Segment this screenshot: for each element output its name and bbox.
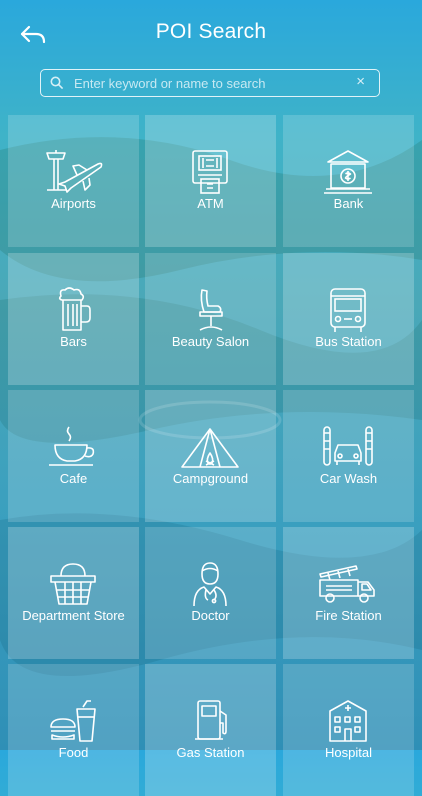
category-label: Bars (60, 334, 87, 349)
category-label: Food (58, 745, 89, 760)
salon-chair-icon (180, 286, 240, 334)
category-tile-bus-station[interactable]: Bus Station (283, 253, 414, 385)
category-tile-gas-station[interactable]: Gas Station (145, 664, 276, 796)
coffee-cup-icon (43, 423, 103, 471)
category-tile-fire-station[interactable]: Fire Station (283, 527, 414, 659)
search-icon (50, 76, 64, 90)
clear-icon[interactable]: × (356, 73, 365, 90)
bank-icon (318, 148, 378, 196)
category-label: Beauty Salon (171, 334, 250, 349)
category-tile-department-store[interactable]: Department Store (8, 527, 139, 659)
category-tile-doctor[interactable]: Doctor (145, 527, 276, 659)
fire-truck-icon (318, 560, 378, 608)
category-tile-car-wash[interactable]: Car Wash (283, 390, 414, 522)
category-tile-bars[interactable]: Bars (8, 253, 139, 385)
category-label: Fire Station (315, 608, 382, 623)
search-bar: × (40, 69, 380, 97)
category-tile-beauty-salon[interactable]: Beauty Salon (145, 253, 276, 385)
shopping-basket-icon (43, 560, 103, 608)
category-tile-hospital[interactable]: Hospital (283, 664, 414, 796)
category-tile-bank[interactable]: Bank (283, 115, 414, 247)
category-label: Bus Station (315, 334, 382, 349)
category-label: Doctor (191, 608, 230, 623)
car-wash-icon (318, 423, 378, 471)
category-label: Car Wash (319, 471, 378, 486)
gas-pump-icon (180, 697, 240, 745)
search-input[interactable] (74, 73, 344, 93)
category-tile-cafe[interactable]: Cafe (8, 390, 139, 522)
category-label: Campground (172, 471, 249, 486)
category-label: Department Store (22, 608, 125, 623)
atm-icon (180, 148, 240, 196)
category-tile-airports[interactable]: Airports (8, 115, 139, 247)
fast-food-icon (43, 697, 103, 745)
tent-icon (180, 423, 240, 471)
doctor-icon (180, 560, 240, 608)
page-title: POI Search (155, 20, 267, 43)
category-label: Hospital (325, 745, 372, 760)
hospital-icon (318, 697, 378, 745)
header: POI Search (0, 0, 422, 68)
category-label: Gas Station (176, 745, 245, 760)
category-tile-campground[interactable]: Campground (145, 390, 276, 522)
category-label: Bank (333, 196, 364, 211)
category-label: ATM (197, 196, 224, 211)
bus-icon (318, 286, 378, 334)
category-tile-food[interactable]: Food (8, 664, 139, 796)
category-label: Airports (51, 196, 96, 211)
category-label: Cafe (59, 471, 88, 486)
beer-icon (43, 286, 103, 334)
category-tile-atm[interactable]: ATM (145, 115, 276, 247)
airport-icon (43, 148, 103, 196)
